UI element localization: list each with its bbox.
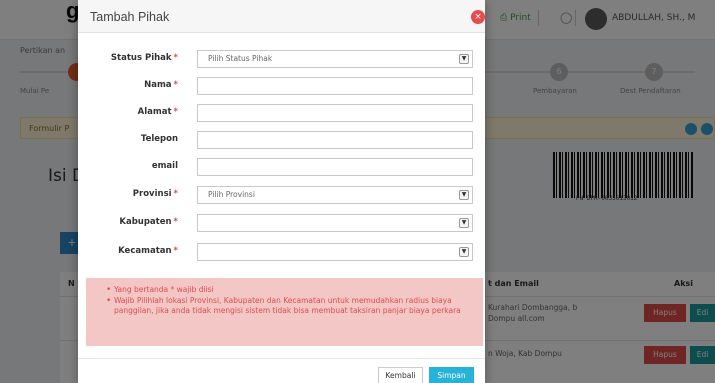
- kecamatan-label-text: Kecamatan: [118, 246, 172, 256]
- form-row-email: email: [78, 158, 485, 176]
- modal-footer: Kembali Simpan: [78, 358, 485, 383]
- note-item: Wajib Pilihlah lokasi Provinsi, Kabupate…: [106, 296, 473, 316]
- status-label: Status Pihak *: [78, 53, 178, 63]
- kecamatan-label: Kecamatan *: [78, 246, 178, 256]
- alamat-label-text: Alamat: [137, 107, 172, 117]
- chevron-down-icon: ▼: [459, 247, 469, 257]
- form-row-alamat: Alamat *: [78, 104, 485, 122]
- required-mark: *: [173, 107, 178, 117]
- form-row-kabupaten: Kabupaten * ▼: [78, 214, 485, 232]
- required-mark: *: [173, 246, 178, 256]
- add-party-modal: Tambah Pihak × Status Pihak * Pilih Statu…: [78, 0, 485, 383]
- telepon-input[interactable]: [197, 131, 473, 149]
- status-select[interactable]: Pilih Status Pihak ▼: [197, 50, 473, 68]
- kabupaten-label-text: Kabupaten: [119, 217, 172, 227]
- form-row-telepon: Telepon: [78, 131, 485, 149]
- status-label-text: Status Pihak: [110, 53, 172, 63]
- provinsi-select[interactable]: Pilih Provinsi ▼: [197, 186, 473, 204]
- required-mark: *: [173, 80, 178, 90]
- required-fields-note: Yang bertanda * wajib diisi Wajib Pilihl…: [86, 278, 483, 346]
- chevron-down-icon: ▼: [459, 190, 469, 200]
- form-row-status: Status Pihak * Pilih Status Pihak ▼: [78, 50, 485, 68]
- chevron-down-icon: ▼: [459, 218, 469, 228]
- form-row-nama: Nama *: [78, 77, 485, 95]
- modal-header: Tambah Pihak ×: [78, 0, 485, 33]
- provinsi-select-value: Pilih Provinsi: [208, 190, 255, 199]
- note-item: Yang bertanda * wajib diisi: [106, 285, 473, 295]
- required-mark: *: [173, 53, 178, 63]
- chevron-down-icon: ▼: [459, 54, 469, 64]
- email-label: email: [151, 161, 178, 171]
- provinsi-label-text: Provinsi: [132, 189, 172, 199]
- form-row-provinsi: Provinsi * Pilih Provinsi ▼: [78, 186, 485, 204]
- kabupaten-label: Kabupaten *: [78, 217, 178, 227]
- nama-label-text: Nama: [144, 80, 172, 90]
- note-list: Yang bertanda * wajib diisi Wajib Pilihl…: [106, 285, 473, 316]
- required-mark: *: [173, 189, 178, 199]
- save-button[interactable]: Simpan: [429, 367, 474, 383]
- form-row-kecamatan: Kecamatan * ▼: [78, 243, 485, 261]
- back-button[interactable]: Kembali: [378, 367, 423, 383]
- close-icon[interactable]: ×: [471, 10, 485, 24]
- modal-title: Tambah Pihak: [90, 10, 170, 24]
- kabupaten-select[interactable]: ▼: [197, 214, 473, 232]
- kecamatan-select[interactable]: ▼: [197, 243, 473, 261]
- email-input[interactable]: [197, 158, 473, 176]
- provinsi-label: Provinsi *: [78, 189, 178, 199]
- status-select-value: Pilih Status Pihak: [208, 54, 273, 63]
- nama-label: Nama *: [78, 80, 178, 90]
- telepon-label: Telepon: [140, 134, 178, 144]
- nama-input[interactable]: [197, 77, 473, 95]
- alamat-label: Alamat *: [78, 107, 178, 117]
- alamat-input[interactable]: [197, 104, 473, 122]
- required-mark: *: [173, 217, 178, 227]
